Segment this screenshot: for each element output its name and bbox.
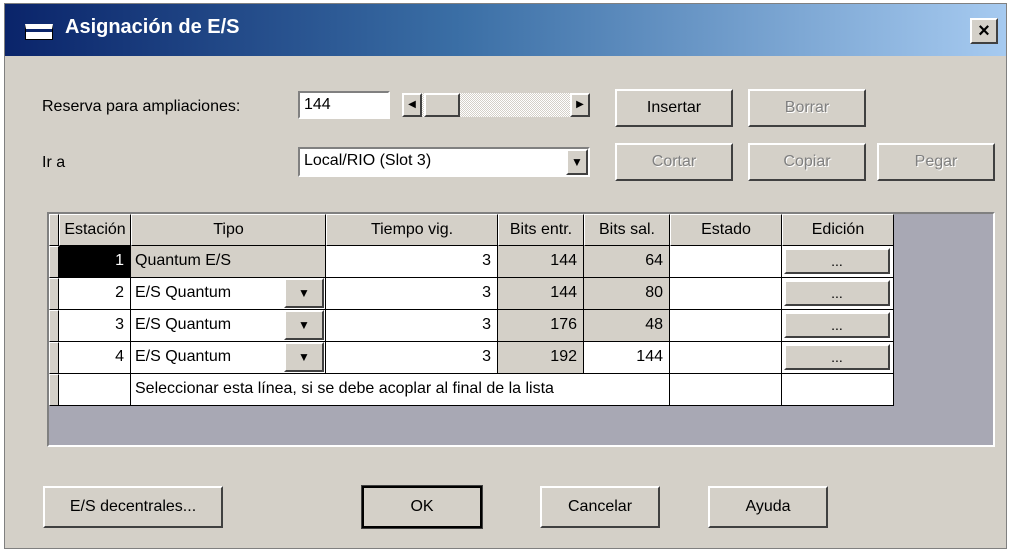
bits-out-cell: 80 [584, 278, 670, 310]
column-header-estado[interactable]: Estado [670, 214, 782, 246]
bits-in-cell: 192 [498, 342, 584, 374]
reserva-input[interactable]: 144 [298, 91, 390, 119]
row-selector[interactable] [49, 374, 59, 406]
edit-cell: ... [782, 310, 894, 342]
row-selector[interactable] [49, 342, 59, 374]
state-cell [670, 246, 782, 278]
type-value: E/S Quantum [135, 316, 232, 333]
type-value: E/S Quantum [135, 348, 232, 365]
row-selector[interactable] [49, 278, 59, 310]
cancel-button[interactable]: Cancelar [540, 486, 660, 528]
window-title: Asignación de E/S [65, 16, 240, 38]
bits-out-cell: 48 [584, 310, 670, 342]
time-cell[interactable]: 3 [326, 246, 498, 278]
scroll-thumb[interactable] [424, 93, 460, 117]
reserva-scrollbar[interactable]: ◀ ▶ [402, 93, 590, 117]
state-cell [670, 342, 782, 374]
reserva-label: Reserva para ampliaciones: [42, 98, 241, 115]
pegar-button[interactable]: Pegar [877, 143, 995, 181]
row-selector[interactable] [49, 246, 59, 278]
title-bar[interactable]: Asignación de E/S × [5, 4, 1006, 56]
bits-out-cell: 144 [584, 342, 670, 374]
edit-button[interactable]: ... [784, 344, 890, 370]
window-icon [25, 24, 53, 40]
type-cell[interactable]: E/S Quantum ▼ [131, 278, 326, 310]
type-cell[interactable]: E/S Quantum ▼ [131, 342, 326, 374]
edit-cell: ... [782, 342, 894, 374]
type-value: E/S Quantum [135, 284, 232, 301]
state-cell [670, 310, 782, 342]
edit-button[interactable]: ... [784, 280, 890, 306]
decentrales-button[interactable]: E/S decentrales... [43, 486, 223, 528]
cortar-button[interactable]: Cortar [615, 143, 733, 181]
state-cell [670, 374, 782, 406]
station-cell[interactable]: 2 [59, 278, 131, 310]
ok-button[interactable]: OK [361, 485, 483, 529]
copiar-button[interactable]: Copiar [748, 143, 866, 181]
scroll-right-button[interactable]: ▶ [570, 93, 590, 117]
time-cell[interactable]: 3 [326, 278, 498, 310]
bits-in-cell: 144 [498, 246, 584, 278]
arrow-right-icon: ▶ [576, 99, 584, 110]
state-cell [670, 278, 782, 310]
chevron-down-icon[interactable]: ▼ [284, 342, 324, 372]
edit-cell: ... [782, 246, 894, 278]
scroll-left-button[interactable]: ◀ [402, 93, 422, 117]
bits-in-cell: 176 [498, 310, 584, 342]
station-cell[interactable] [59, 374, 131, 406]
chevron-down-icon[interactable]: ▼ [284, 278, 324, 308]
column-header-tiempo[interactable]: Tiempo vig. [326, 214, 498, 246]
type-cell[interactable]: Quantum E/S [131, 246, 326, 278]
edit-button[interactable]: ... [784, 248, 890, 274]
chevron-down-icon[interactable]: ▼ [284, 310, 324, 340]
borrar-button[interactable]: Borrar [748, 89, 866, 127]
edit-button[interactable]: ... [784, 312, 890, 338]
arrow-left-icon: ◀ [408, 99, 416, 110]
column-header-edicion[interactable]: Edición [782, 214, 894, 246]
station-cell[interactable]: 1 [59, 246, 131, 278]
station-cell[interactable]: 4 [59, 342, 131, 374]
row-selector[interactable] [49, 310, 59, 342]
type-cell[interactable]: E/S Quantum ▼ [131, 310, 326, 342]
ir-a-select[interactable]: Local/RIO (Slot 3) ▼ [298, 147, 590, 177]
close-button[interactable]: × [970, 18, 998, 44]
time-cell[interactable]: 3 [326, 342, 498, 374]
ir-a-label: Ir a [42, 154, 66, 171]
io-assignment-dialog: Asignación de E/S × Reserva para ampliac… [4, 3, 1007, 549]
ir-a-value: Local/RIO (Slot 3) [304, 152, 432, 169]
time-cell[interactable]: 3 [326, 310, 498, 342]
column-header-bits-sal[interactable]: Bits sal. [584, 214, 670, 246]
chevron-down-icon[interactable]: ▼ [566, 149, 588, 175]
bits-in-cell: 144 [498, 278, 584, 310]
bits-out-cell: 64 [584, 246, 670, 278]
station-cell[interactable]: 3 [59, 310, 131, 342]
row-header-corner [49, 214, 59, 246]
append-hint[interactable]: Seleccionar esta línea, si se debe acopl… [131, 374, 670, 406]
edit-cell [782, 374, 894, 406]
insertar-button[interactable]: Insertar [615, 89, 733, 127]
column-header-tipo[interactable]: Tipo [131, 214, 326, 246]
io-table: Estación Tipo Tiempo vig. Bits entr. Bit… [47, 212, 995, 447]
help-button[interactable]: Ayuda [708, 486, 828, 528]
edit-cell: ... [782, 278, 894, 310]
column-header-bits-entr[interactable]: Bits entr. [498, 214, 584, 246]
column-header-estacion[interactable]: Estación [59, 214, 131, 246]
